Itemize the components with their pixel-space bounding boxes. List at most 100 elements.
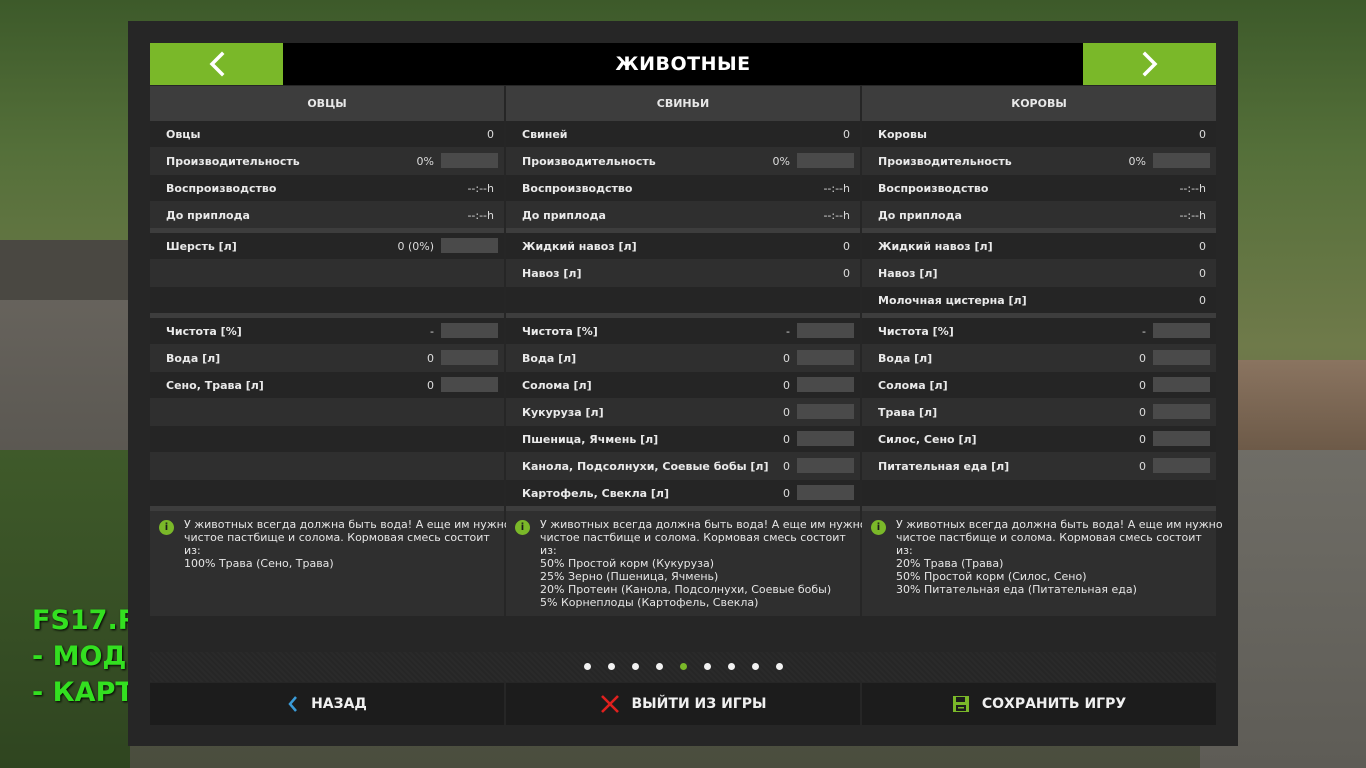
page-dot[interactable]	[607, 663, 615, 670]
stat-value: --:--h	[823, 181, 850, 195]
page-dot[interactable]	[727, 663, 735, 670]
info-line: У животных всегда должна быть вода! А ещ…	[540, 518, 867, 531]
page-dot[interactable]	[775, 663, 783, 670]
save-icon	[952, 695, 970, 713]
stat-label: Жидкий навоз [л]	[522, 239, 637, 253]
stat-value: 0	[843, 266, 850, 280]
page-dot[interactable]	[631, 663, 639, 670]
page-dot[interactable]	[703, 663, 711, 670]
stat-value: 0	[1199, 127, 1206, 141]
level-bar	[797, 350, 854, 365]
empty-row	[150, 399, 504, 425]
stat-row: Шерсть [л] 0 (0%)	[150, 233, 504, 259]
stat-value: 0 (0%)	[397, 239, 434, 253]
chevron-left-icon	[287, 695, 299, 713]
stat-label: Картофель, Свекла [л]	[522, 486, 669, 500]
stat-row: Солома [л] 0	[506, 372, 860, 398]
stat-label: Пшеница, Ячмень [л]	[522, 432, 659, 446]
stat-row: Молочная цистерна [л] 0	[862, 287, 1216, 313]
stat-value: 0	[783, 432, 790, 446]
level-bar	[1153, 404, 1210, 419]
stat-row: Силос, Сено [л] 0	[862, 426, 1216, 452]
stat-value: 0	[783, 378, 790, 392]
page-dot[interactable]	[751, 663, 759, 670]
stat-label: Чистота [%]	[878, 324, 954, 338]
info-line: 50% Простой корм (Силос, Сено)	[896, 570, 1087, 583]
stat-row: Производительность 0%	[150, 148, 504, 174]
info-line: из:	[184, 544, 201, 557]
level-bar	[1153, 323, 1210, 338]
page-dot[interactable]	[655, 663, 663, 670]
empty-row	[506, 287, 860, 313]
stat-label: Молочная цистерна [л]	[878, 293, 1027, 307]
level-bar	[1153, 377, 1210, 392]
stat-row: Чистота [%] -	[506, 318, 860, 344]
stat-value: --:--h	[467, 208, 494, 222]
quit-game-label: ВЫЙТИ ИЗ ИГРЫ	[631, 696, 767, 712]
stat-value: -	[786, 324, 790, 338]
prev-page-button[interactable]	[150, 43, 283, 85]
stat-label: Навоз [л]	[522, 266, 582, 280]
info-line: 100% Трава (Сено, Трава)	[184, 557, 334, 570]
stat-row: До приплода --:--h	[150, 202, 504, 228]
empty-row	[150, 480, 504, 506]
stat-label: Воспроизводство	[166, 181, 277, 195]
level-bar	[1153, 458, 1210, 473]
stat-row: Воспроизводство --:--h	[506, 175, 860, 201]
save-game-label: СОХРАНИТЬ ИГРУ	[981, 696, 1127, 712]
info-line: 30% Питательная еда (Питательная еда)	[896, 583, 1137, 596]
info-line: 50% Простой корм (Кукуруза)	[540, 557, 715, 570]
stat-row: Вода [л] 0	[150, 345, 504, 371]
next-page-button[interactable]	[1083, 43, 1216, 85]
stat-value: --:--h	[467, 181, 494, 195]
stat-row: Вода [л] 0	[862, 345, 1216, 371]
info-line: чистое пастбище и солома. Кормовая смесь…	[184, 531, 490, 544]
back-button-label: НАЗАД	[311, 696, 367, 712]
stat-value: -	[1142, 324, 1146, 338]
stat-row: Канола, Подсолнухи, Соевые бобы [л] 0	[506, 453, 860, 479]
stat-value: 0	[1139, 459, 1146, 473]
back-button[interactable]: НАЗАД	[150, 683, 504, 725]
feed-info: i У животных всегда должна быть вода! А …	[862, 511, 1223, 616]
stat-label: Вода [л]	[166, 351, 221, 365]
footer: НАЗАД ВЫЙТИ ИЗ ИГРЫ СОХРАНИТЬ ИГРУ	[150, 683, 1216, 725]
stat-label: Солома [л]	[522, 378, 592, 392]
feed-info-text: У животных всегда должна быть вода! А ещ…	[184, 518, 511, 570]
stat-row: Воспроизводство --:--h	[862, 175, 1216, 201]
empty-row	[150, 453, 504, 479]
quit-game-button[interactable]: ВЫЙТИ ИЗ ИГРЫ	[506, 683, 860, 725]
info-line: чистое пастбище и солома. Кормовая смесь…	[896, 531, 1202, 544]
level-bar	[441, 153, 498, 168]
info-line: 25% Зерно (Пшеница, Ячмень)	[540, 570, 719, 583]
stat-row: Сено, Трава [л] 0	[150, 372, 504, 398]
info-icon: i	[515, 520, 530, 535]
level-bar	[441, 377, 498, 392]
save-game-button[interactable]: СОХРАНИТЬ ИГРУ	[862, 683, 1216, 725]
stat-row: Производительность 0%	[506, 148, 860, 174]
sheep-column: ОВЦЫ Овцы 0 Производительность 0% Воспро…	[150, 86, 511, 616]
level-bar	[1153, 350, 1210, 365]
info-line: из:	[540, 544, 557, 557]
level-bar	[797, 485, 854, 500]
stat-value: 0%	[772, 154, 790, 168]
level-bar	[797, 458, 854, 473]
info-icon: i	[159, 520, 174, 535]
column-title: СВИНЬИ	[506, 86, 860, 121]
stat-label: Коровы	[878, 127, 927, 141]
stat-row: До приплода --:--h	[862, 202, 1216, 228]
stat-label: Солома [л]	[878, 378, 948, 392]
stat-label: Производительность	[522, 154, 656, 168]
page-dot[interactable]	[583, 663, 591, 670]
stat-label: Вода [л]	[522, 351, 577, 365]
page-title: ЖИВОТНЫЕ	[615, 53, 751, 75]
chevron-right-icon	[1142, 51, 1157, 77]
info-line: У животных всегда должна быть вода! А ещ…	[184, 518, 511, 531]
stat-row: Питательная еда [л] 0	[862, 453, 1216, 479]
stat-label: До приплода	[166, 208, 250, 222]
stat-label: Чистота [%]	[166, 324, 242, 338]
page-dot-active[interactable]	[679, 663, 687, 670]
stat-value: 0	[1199, 239, 1206, 253]
empty-row	[150, 287, 504, 313]
stat-value: 0	[1139, 378, 1146, 392]
page-indicator	[150, 652, 1216, 682]
